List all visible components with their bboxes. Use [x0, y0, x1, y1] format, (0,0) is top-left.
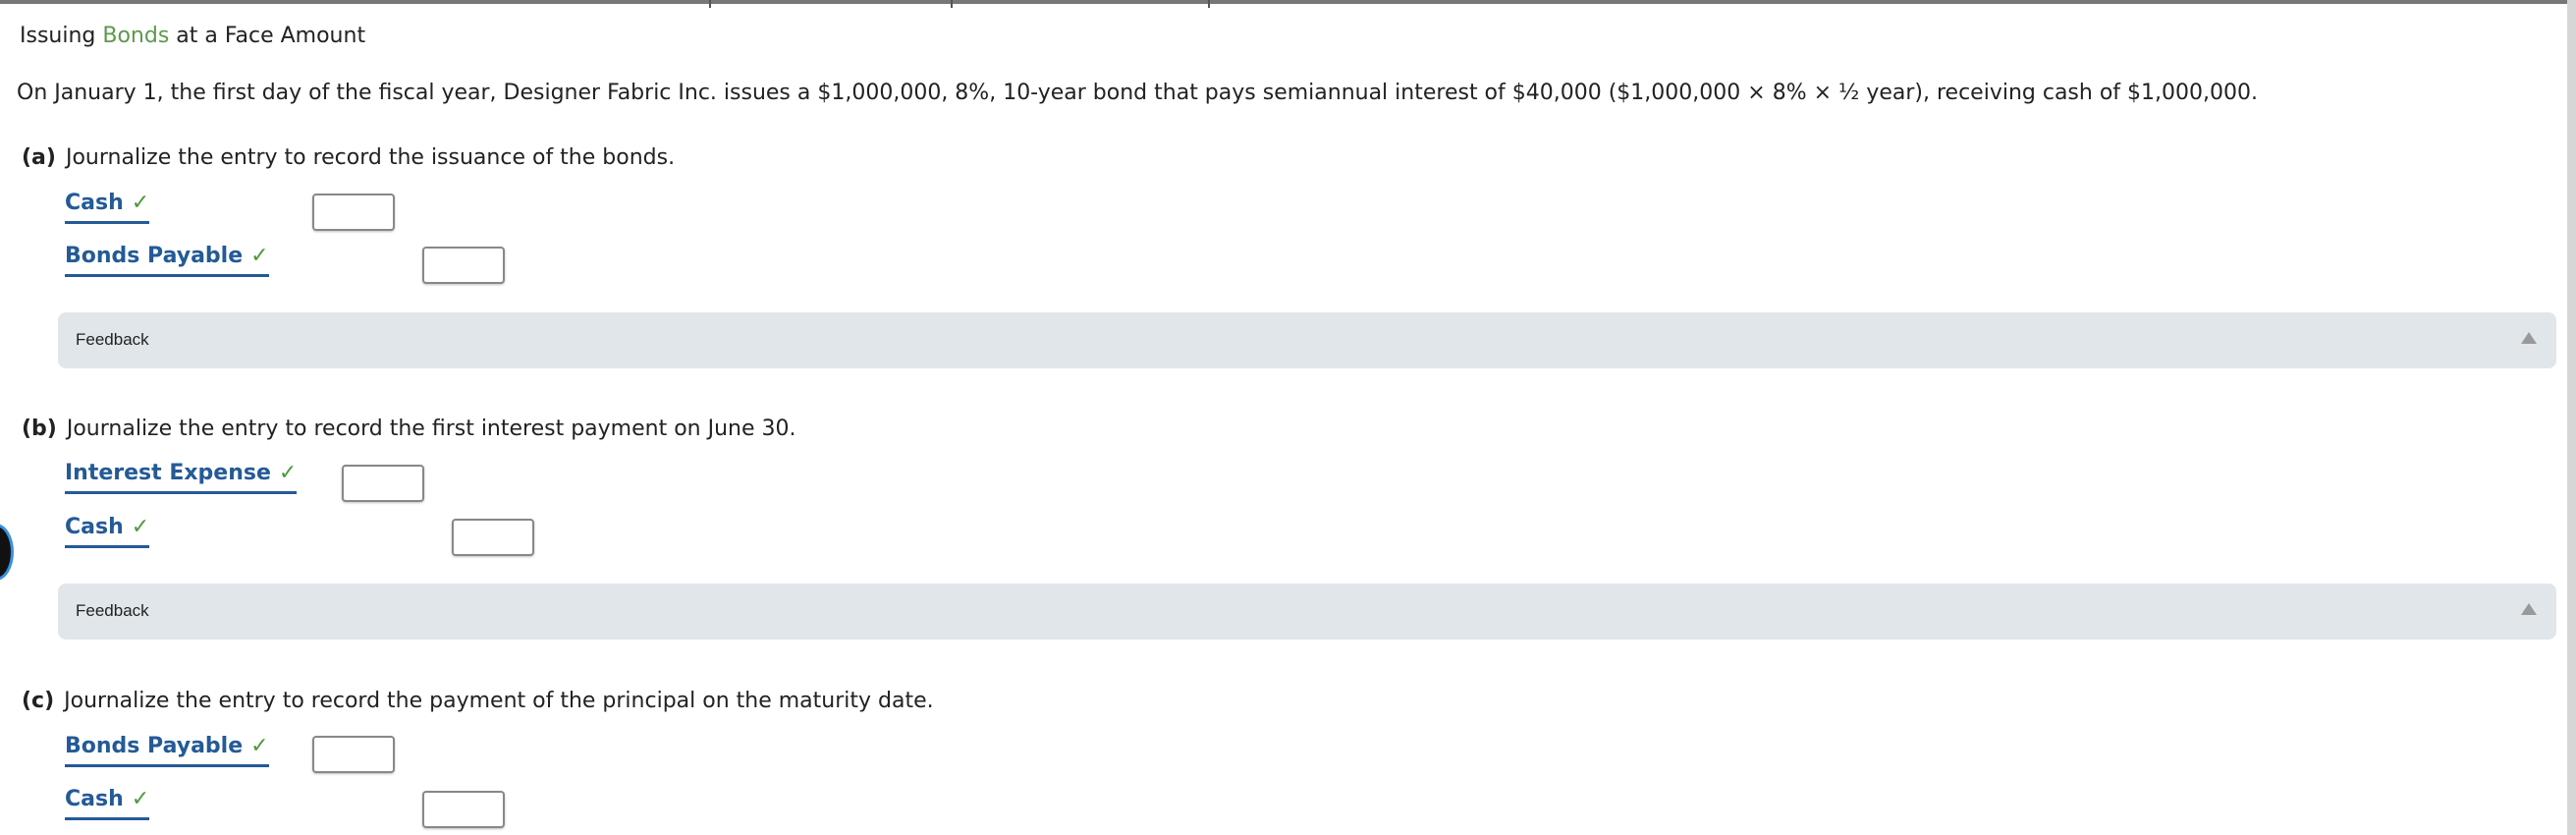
top-divider: [1208, 0, 1210, 8]
top-divider: [951, 0, 953, 8]
account-bonds-payable: Bonds Payable ✓: [65, 734, 269, 767]
bonds-link[interactable]: Bonds: [102, 24, 169, 48]
account-cash: Cash ✓: [65, 515, 150, 548]
collapse-triangle-icon[interactable]: [2521, 603, 2537, 615]
account-interest-expense: Interest Expense ✓: [65, 461, 298, 494]
feedback-panel-b[interactable]: Feedback: [58, 584, 2556, 640]
check-icon: ✓: [250, 244, 269, 268]
page-title: Issuing Bonds at a Face Amount: [20, 24, 366, 48]
question-c: (c) Journalize the entry to record the pa…: [22, 689, 934, 713]
question-b: (b) Journalize the entry to record the fi…: [22, 417, 796, 441]
top-border: [0, 0, 2576, 4]
credit-amount-input[interactable]: [422, 791, 505, 828]
check-icon: ✓: [278, 461, 298, 485]
account-cash: Cash ✓: [65, 191, 150, 224]
feedback-panel-a[interactable]: Feedback: [58, 312, 2556, 368]
check-icon: ✓: [131, 191, 150, 215]
problem-statement: On January 1, the first day of the fisca…: [17, 81, 2258, 105]
account-bonds-payable: Bonds Payable ✓: [65, 244, 269, 277]
check-icon: ✓: [131, 787, 150, 811]
credit-amount-input[interactable]: [422, 247, 505, 284]
account-cash: Cash ✓: [65, 787, 150, 820]
debit-amount-input[interactable]: [312, 194, 395, 231]
check-icon: ✓: [131, 515, 150, 539]
collapse-triangle-icon[interactable]: [2521, 332, 2537, 344]
check-icon: ✓: [250, 734, 269, 758]
credit-amount-input[interactable]: [452, 519, 534, 556]
debit-amount-input[interactable]: [342, 465, 424, 502]
debit-amount-input[interactable]: [312, 736, 395, 773]
scrollbar[interactable]: [2567, 0, 2576, 835]
side-bubble[interactable]: [0, 524, 14, 581]
question-a: (a) Journalize the entry to record the is…: [22, 145, 676, 170]
top-divider: [709, 0, 711, 8]
